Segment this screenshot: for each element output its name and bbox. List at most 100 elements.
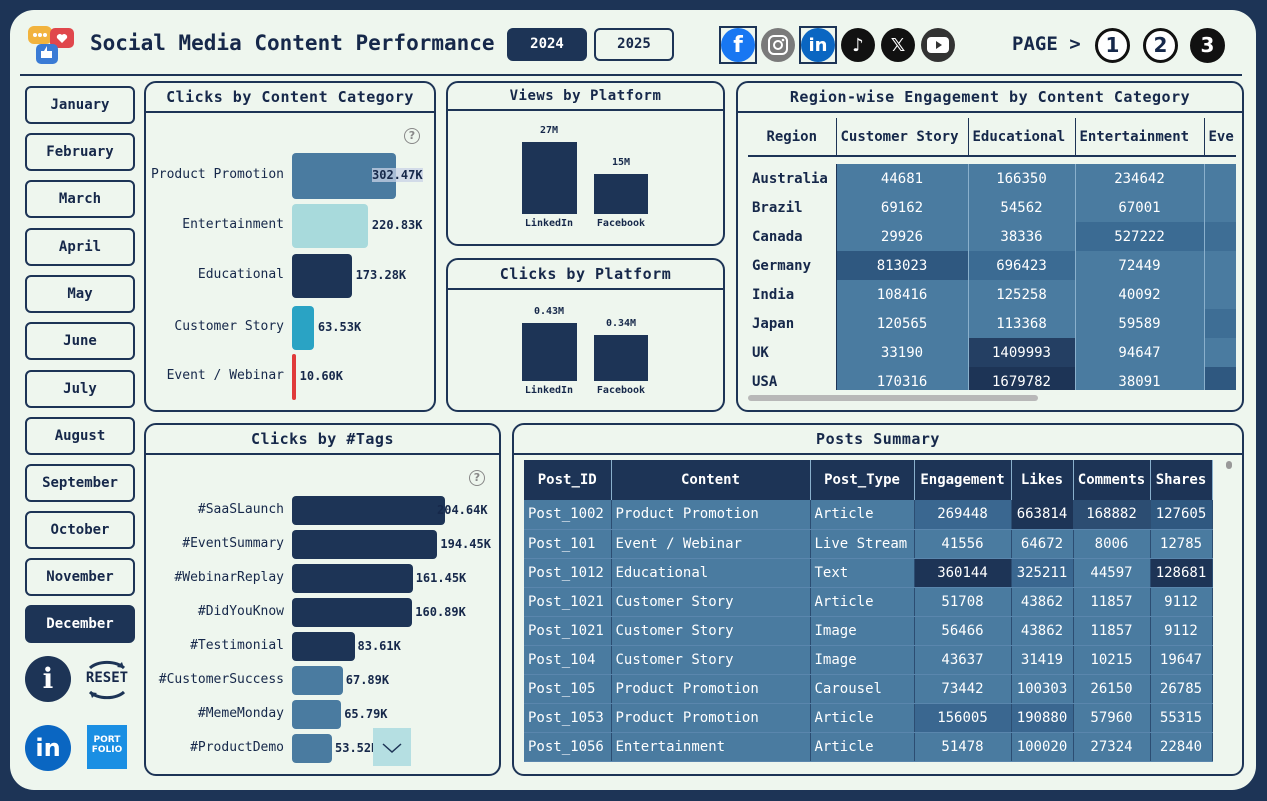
posts-column-header[interactable]: Comments [1073, 460, 1151, 500]
category-bar[interactable] [292, 306, 314, 350]
month-button-august[interactable]: August [25, 417, 135, 455]
tag-bar[interactable] [292, 564, 413, 593]
vertical-scrollbar[interactable] [1226, 461, 1232, 469]
engagement-cell: 29926 [836, 222, 969, 251]
tiktok-icon[interactable]: ♪ [841, 28, 875, 62]
region-column-header[interactable]: Customer Story [836, 118, 969, 157]
year-2024-button[interactable]: 2024 [507, 28, 587, 61]
year-2025-button[interactable]: 2025 [594, 28, 674, 61]
page-3-button[interactable]: 3 [1190, 28, 1225, 63]
tag-bar[interactable] [292, 700, 342, 729]
region-row[interactable]: Canada 29926 38336 527222 [748, 222, 1236, 251]
tag-bar[interactable] [292, 530, 438, 559]
engagement-cell-partial [1204, 280, 1236, 309]
comments-cell: 26150 [1073, 674, 1151, 704]
region-name: India [748, 280, 837, 309]
clicks-by-platform-title: Clicks by Platform [448, 260, 723, 290]
region-column-header[interactable]: Entertainment [1075, 118, 1205, 157]
region-table-viewport: Region Customer Story Educational Entertain… [748, 118, 1236, 390]
content-cell: Product Promotion [611, 500, 811, 530]
month-button-september[interactable]: September [25, 464, 135, 502]
facebook-icon[interactable]: f [721, 28, 755, 62]
region-row[interactable]: USA 170316 1679782 38091 [748, 367, 1236, 390]
help-icon[interactable]: ? [404, 128, 420, 144]
month-button-may[interactable]: May [25, 275, 135, 313]
tag-value-label: 53.52K [335, 741, 379, 755]
platform-bar[interactable] [522, 142, 577, 214]
tag-bar[interactable] [292, 598, 413, 627]
post-id-cell: Post_101 [524, 529, 612, 559]
help-icon[interactable]: ? [469, 470, 485, 486]
page-2-button[interactable]: 2 [1143, 28, 1178, 63]
linkedin-icon[interactable]: in [801, 28, 835, 62]
posts-row[interactable]: Post_1021 Customer Story Article 51708 43862… [524, 587, 1213, 617]
region-row[interactable]: Brazil 69162 54562 67001 [748, 193, 1236, 222]
month-button-march[interactable]: March [25, 180, 135, 218]
posts-column-header[interactable]: Likes [1011, 460, 1074, 500]
month-button-february[interactable]: February [25, 133, 135, 171]
posts-row[interactable]: Post_101 Event / Webinar Live Stream 41556 6… [524, 529, 1213, 559]
region-column-header[interactable]: Educational [968, 118, 1076, 157]
reset-button[interactable]: RESET [80, 654, 134, 704]
month-button-november[interactable]: November [25, 558, 135, 596]
posts-column-header[interactable]: Shares [1150, 460, 1213, 500]
posts-column-header[interactable]: Post_ID [524, 460, 612, 500]
platform-value-label: 15M [611, 157, 631, 168]
posts-row[interactable]: Post_1002 Product Promotion Article 269448 6… [524, 500, 1213, 530]
region-column-header[interactable]: Region [748, 118, 837, 157]
posts-row[interactable]: Post_105 Product Promotion Carousel 73442 10… [524, 674, 1213, 704]
horizontal-scrollbar[interactable] [748, 395, 1038, 401]
instagram-icon[interactable] [761, 28, 795, 62]
engagement-cell: 33190 [836, 338, 969, 367]
posts-row[interactable]: Post_104 Customer Story Image 43637 31419 102… [524, 645, 1213, 675]
tag-bar[interactable] [292, 734, 332, 763]
tag-bar[interactable] [292, 666, 343, 695]
portfolio-button[interactable]: PORT FOLIO [87, 725, 127, 769]
platform-bar[interactable] [594, 335, 648, 381]
engagement-cell-partial [1204, 222, 1236, 251]
tag-label: #EventSummary [182, 536, 284, 551]
youtube-icon[interactable] [921, 28, 955, 62]
region-row[interactable]: Japan 120565 113368 59589 [748, 309, 1236, 338]
clicks-by-tags-title: Clicks by #Tags [146, 425, 499, 455]
month-button-december[interactable]: December [25, 605, 135, 643]
platform-bar[interactable] [594, 174, 648, 214]
category-bar[interactable] [292, 354, 296, 400]
tag-bar[interactable] [292, 496, 445, 525]
posts-row[interactable]: Post_1012 Educational Text 360144 325211 4459… [524, 558, 1213, 588]
post-type-cell: Image [810, 645, 915, 675]
region-row[interactable]: India 108416 125258 40092 [748, 280, 1236, 309]
engagement-cell-partial [1204, 338, 1236, 367]
post-type-cell: Live Stream [810, 529, 915, 559]
info-button[interactable]: i [25, 656, 71, 702]
posts-row[interactable]: Post_1021 Customer Story Image 56466 43862 11… [524, 616, 1213, 646]
month-button-october[interactable]: October [25, 511, 135, 549]
region-column-header[interactable]: Eve [1204, 118, 1236, 157]
posts-column-header[interactable]: Content [611, 460, 811, 500]
category-bar[interactable] [292, 254, 352, 298]
region-row[interactable]: Australia 44681 166350 234642 [748, 164, 1236, 193]
region-row[interactable]: Germany 813023 696423 72449 [748, 251, 1236, 280]
page-1-button[interactable]: 1 [1095, 28, 1130, 63]
page-label: PAGE > [1012, 33, 1081, 55]
posts-row[interactable]: Post_1053 Product Promotion Article 156005 1… [524, 703, 1213, 733]
engagement-cell: 56466 [914, 616, 1012, 646]
platform-bar[interactable] [522, 323, 577, 381]
post-id-cell: Post_1012 [524, 558, 612, 588]
month-button-january[interactable]: January [25, 86, 135, 124]
posts-column-header[interactable]: Post_Type [810, 460, 915, 500]
tag-value-label: 204.64K [437, 503, 488, 517]
posts-column-header[interactable]: Engagement [914, 460, 1012, 500]
month-button-june[interactable]: June [25, 322, 135, 360]
linkedin-profile-button[interactable]: in [25, 725, 71, 771]
region-row[interactable]: UK 33190 1409993 94647 [748, 338, 1236, 367]
posts-row[interactable]: Post_1056 Entertainment Article 51478 100020… [524, 732, 1213, 762]
tag-bar[interactable] [292, 632, 355, 661]
category-bar[interactable] [292, 204, 368, 248]
category-label: Entertainment [182, 217, 284, 232]
month-button-april[interactable]: April [25, 228, 135, 266]
engagement-cell: 360144 [914, 558, 1012, 588]
scroll-down-button[interactable] [373, 728, 411, 766]
month-button-july[interactable]: July [25, 370, 135, 408]
x-icon[interactable]: 𝕏 [881, 28, 915, 62]
